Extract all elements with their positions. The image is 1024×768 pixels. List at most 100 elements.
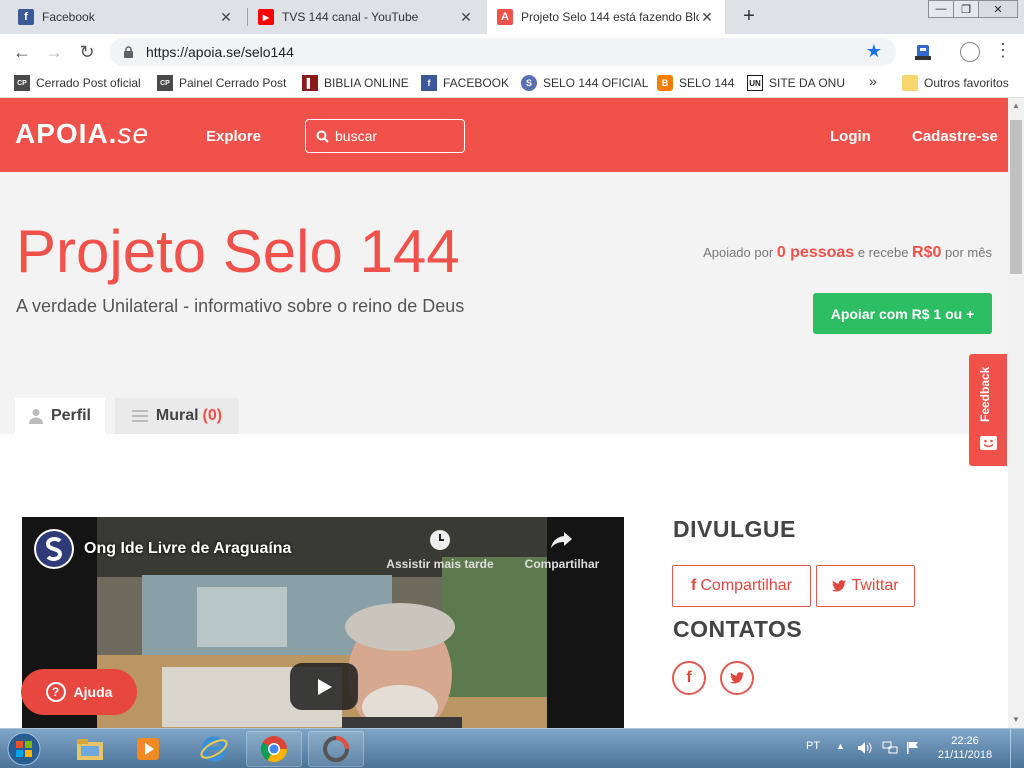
- explore-link[interactable]: Explore: [206, 128, 261, 145]
- bookmark-label: BIBLIA ONLINE: [324, 76, 409, 90]
- help-button[interactable]: ? Ajuda: [21, 669, 137, 715]
- backers-prefix: Apoiado por: [703, 245, 774, 260]
- file-explorer-icon[interactable]: [62, 731, 118, 767]
- chrome-icon[interactable]: [246, 731, 302, 767]
- mural-count: (0): [202, 407, 223, 424]
- bookmark-star-icon[interactable]: ★: [866, 41, 882, 62]
- watch-later-button[interactable]: Assistir mais tarde: [380, 529, 500, 571]
- minimize-button[interactable]: —: [928, 0, 954, 18]
- extension-icon[interactable]: [914, 43, 932, 61]
- apoia-logo[interactable]: APOIA.se: [15, 118, 149, 150]
- bookmark-label: Cerrado Post oficial: [36, 76, 141, 90]
- clock-date: 21/11/2018: [937, 749, 993, 761]
- tab-youtube[interactable]: ▶ TVS 144 canal - YouTube ✕: [248, 0, 484, 34]
- clock-time: 22:26: [951, 735, 979, 747]
- media-player-icon[interactable]: [120, 731, 176, 767]
- share-arrow-icon: [514, 529, 610, 551]
- back-icon[interactable]: ←: [10, 40, 34, 64]
- folder-icon: [902, 75, 918, 91]
- facebook-contact-icon[interactable]: f: [672, 661, 706, 695]
- tab-label: Projeto Selo 144 está fazendo Blo: [521, 10, 699, 24]
- bookmark-facebook[interactable]: f FACEBOOK: [421, 75, 509, 91]
- play-icon: [318, 678, 332, 695]
- bookmark-biblia-online[interactable]: ▌ BIBLIA ONLINE: [302, 75, 409, 91]
- reload-icon[interactable]: ↻: [75, 40, 99, 64]
- feedback-label: Feedback: [978, 366, 992, 422]
- internet-explorer-icon[interactable]: [186, 731, 242, 767]
- menu-icon[interactable]: ⋮: [994, 40, 1012, 61]
- tab-apoia-active[interactable]: A Projeto Selo 144 está fazendo Blo ✕: [487, 0, 725, 34]
- bookmark-site-da-onu[interactable]: UN SITE DA ONU: [747, 75, 845, 91]
- bookmark-label: FACEBOOK: [443, 76, 510, 90]
- tab-perfil[interactable]: Perfil: [15, 398, 105, 434]
- close-icon[interactable]: ✕: [218, 9, 234, 26]
- action-center-flag-icon[interactable]: [906, 741, 920, 758]
- facebook-icon: f: [421, 75, 437, 91]
- play-button[interactable]: [290, 663, 358, 710]
- video-share-label: Compartilhar: [524, 557, 600, 571]
- vertical-scrollbar[interactable]: ▲ ▼: [1008, 98, 1024, 728]
- url-text: https://apoia.se/selo144: [146, 44, 294, 60]
- user-icon: [28, 408, 43, 424]
- facebook-share-button[interactable]: f Compartilhar: [672, 565, 811, 607]
- tweet-button[interactable]: Twittar: [816, 565, 915, 607]
- language-indicator[interactable]: PT: [806, 740, 820, 752]
- start-button[interactable]: [2, 730, 46, 768]
- feedback-tab[interactable]: Feedback: [969, 354, 1007, 466]
- profile-avatar[interactable]: [960, 42, 980, 62]
- bookmark-label: SELO 144 OFICIAL: [543, 76, 649, 90]
- windows-logo-icon: [7, 732, 41, 766]
- apoia-icon: A: [497, 9, 513, 25]
- channel-avatar[interactable]: [34, 529, 74, 569]
- scrollbar-thumb[interactable]: [1010, 120, 1022, 274]
- help-label: Ajuda: [73, 684, 113, 700]
- address-bar[interactable]: https://apoia.se/selo144 ★: [110, 38, 896, 66]
- close-icon[interactable]: ✕: [699, 9, 715, 26]
- show-desktop-button[interactable]: [1010, 729, 1024, 768]
- volume-icon[interactable]: [857, 741, 873, 758]
- tab-label: TVS 144 canal - YouTube: [282, 10, 419, 24]
- un-icon: UN: [747, 75, 763, 91]
- video-share-button[interactable]: Compartilhar: [514, 529, 610, 571]
- logo-text: APOIA.: [15, 118, 118, 149]
- project-hero: Projeto Selo 144 A verdade Unilateral - …: [0, 172, 1008, 434]
- bookmark-label: Painel Cerrado Post: [179, 76, 287, 90]
- bookmarks-overflow-button[interactable]: »: [869, 73, 877, 89]
- cerrado-post-icon: CP: [14, 75, 30, 91]
- support-button[interactable]: Apoiar com R$ 1 ou +: [813, 293, 992, 334]
- other-bookmarks-folder[interactable]: Outros favoritos: [902, 75, 1009, 91]
- question-icon: ?: [45, 682, 66, 702]
- network-icon[interactable]: [882, 741, 898, 758]
- system-clock[interactable]: 22:26 21/11/2018: [930, 734, 1000, 762]
- scroll-up-icon[interactable]: ▲: [1012, 101, 1020, 110]
- lock-icon: [122, 46, 134, 58]
- show-hidden-icons-button[interactable]: ▲: [836, 741, 845, 751]
- page-viewport: APOIA.se Explore buscar Login Cadastre-s…: [0, 98, 1008, 728]
- tab-facebook[interactable]: f Facebook ✕: [8, 0, 244, 34]
- tab-mural[interactable]: Mural (0): [115, 398, 239, 434]
- windows-taskbar: PT ▲ 22:26 21/11/2018: [0, 728, 1024, 768]
- close-window-button[interactable]: ✕: [978, 0, 1018, 18]
- tweet-label: Twittar: [851, 577, 899, 594]
- scroll-down-icon[interactable]: ▼: [1012, 715, 1020, 724]
- signup-link[interactable]: Cadastre-se: [912, 128, 998, 145]
- search-input[interactable]: buscar: [305, 119, 465, 153]
- bookmark-selo-144-oficial[interactable]: S SELO 144 OFICIAL: [521, 75, 648, 91]
- bible-icon: ▌: [302, 75, 318, 91]
- forward-icon[interactable]: →: [42, 40, 66, 64]
- bookmarks-bar: CP Cerrado Post oficial CP Painel Cerrad…: [0, 70, 1024, 98]
- bookmark-cerrado-post-oficial[interactable]: CP Cerrado Post oficial: [14, 75, 141, 91]
- new-tab-button[interactable]: +: [738, 5, 760, 29]
- close-icon[interactable]: ✕: [458, 9, 474, 26]
- bookmark-selo-144[interactable]: B SELO 144: [657, 75, 734, 91]
- screen-recorder-icon[interactable]: [308, 731, 364, 767]
- video-title[interactable]: Ong Ide Livre de Araguaína: [84, 540, 291, 558]
- smiley-icon: [980, 436, 997, 450]
- login-link[interactable]: Login: [830, 128, 871, 145]
- restore-button[interactable]: ❐: [953, 0, 979, 18]
- bookmark-painel-cerrado-post[interactable]: CP Painel Cerrado Post: [157, 75, 286, 91]
- backers-summary: Apoiado por 0 pessoas e recebe R$0 por m…: [703, 244, 992, 262]
- facebook-icon: f: [691, 577, 697, 594]
- divulgue-heading: DIVULGUE: [673, 516, 796, 542]
- twitter-contact-icon[interactable]: [720, 661, 754, 695]
